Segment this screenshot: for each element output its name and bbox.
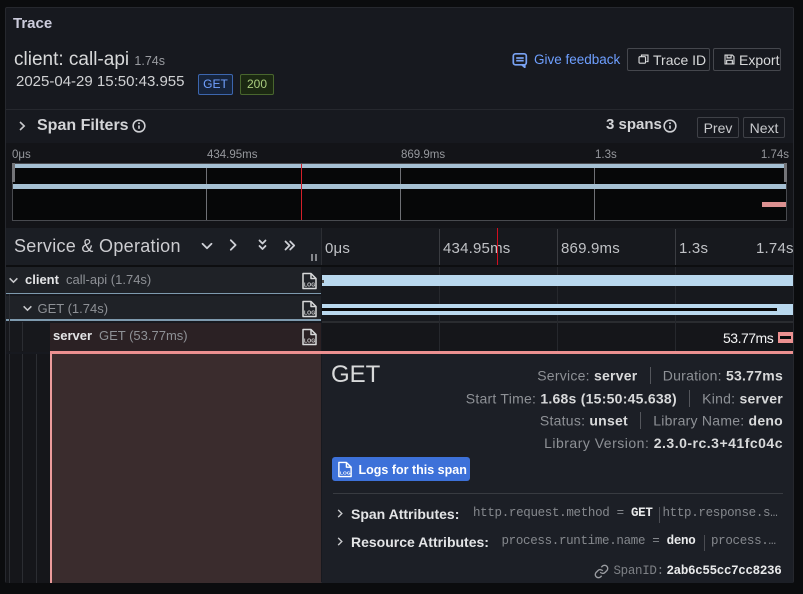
svg-text:LOG: LOG: [304, 282, 315, 288]
svg-text:LOG: LOG: [304, 338, 315, 344]
svg-text:LOG: LOG: [340, 470, 351, 476]
svg-text:LOG: LOG: [304, 310, 315, 316]
